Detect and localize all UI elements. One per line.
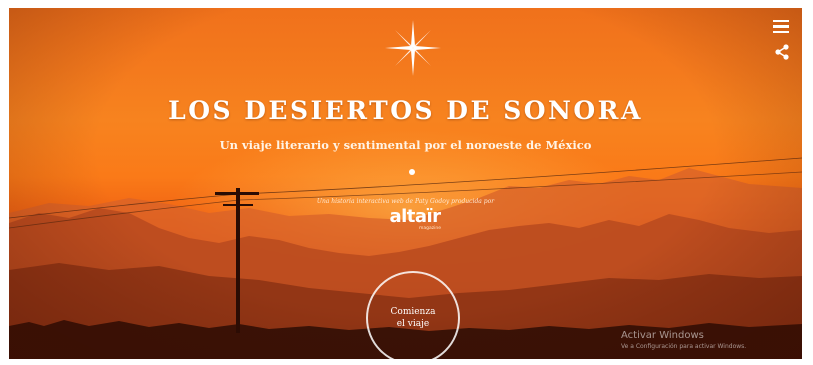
page-frame: LOS DESIERTOS DE SONORA Un viaje literar… bbox=[0, 0, 813, 365]
watermark-subtitle: Ve a Configuración para activar Windows. bbox=[621, 343, 747, 350]
altair-logo[interactable]: altaïr magazine bbox=[375, 208, 455, 232]
page-title: LOS DESIERTOS DE SONORA bbox=[168, 96, 643, 125]
start-button-line2: el viaje bbox=[396, 319, 430, 329]
credit-text: Una historia interactiva web de Paty God… bbox=[316, 198, 495, 205]
logo-wordmark: altaïr bbox=[389, 206, 441, 227]
share-icon[interactable] bbox=[774, 44, 790, 60]
compass-star-icon bbox=[385, 20, 441, 76]
hero-section: LOS DESIERTOS DE SONORA Un viaje literar… bbox=[9, 8, 802, 359]
watermark-title: Activar Windows bbox=[621, 330, 704, 341]
hamburger-menu-icon[interactable] bbox=[773, 20, 789, 34]
start-button-line1: Comienza bbox=[390, 307, 436, 317]
start-journey-button[interactable]: Comienza el viaje bbox=[366, 271, 460, 359]
page-subtitle: Un viaje literario y sentimental por el … bbox=[219, 138, 592, 152]
divider-dot bbox=[409, 169, 415, 175]
windows-activation-watermark: Activar Windows Ve a Configuración para … bbox=[621, 330, 746, 351]
